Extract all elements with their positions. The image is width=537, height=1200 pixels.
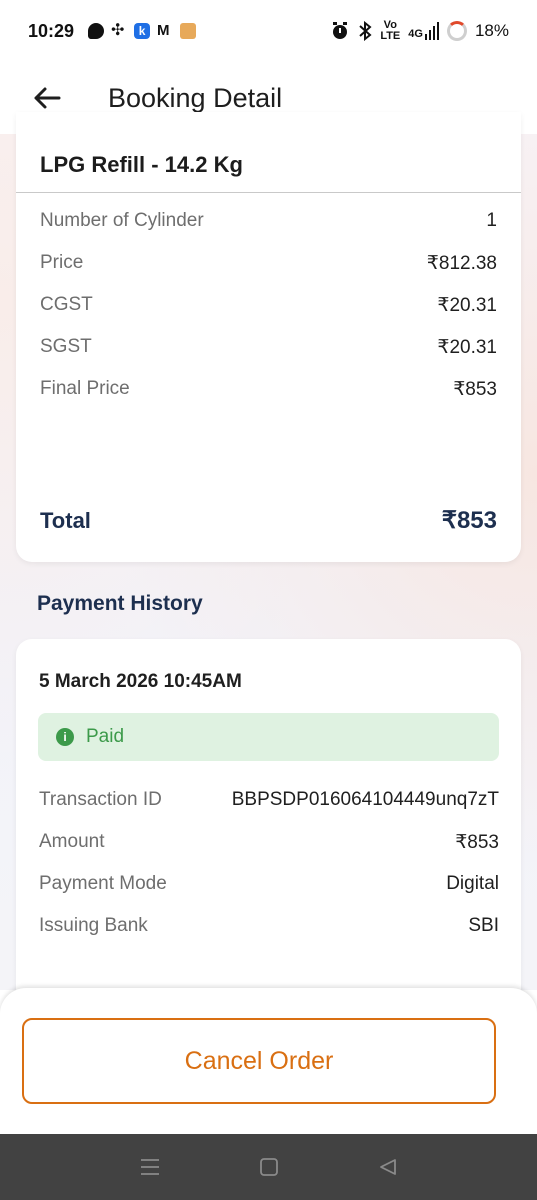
row-label: Final Price — [40, 378, 130, 399]
info-icon: i — [56, 728, 74, 746]
volte-icon: Vo LTE — [380, 19, 401, 42]
row-value: ₹20.31 — [437, 337, 497, 358]
payment-card: 5 March 2026 10:45AM i Paid Transaction … — [16, 639, 521, 1019]
menu-icon — [140, 1159, 159, 1175]
page-title: Booking Detail — [108, 82, 283, 113]
booking-summary-card: LPG Refill - 14.2 Kg Number of Cylinder … — [16, 112, 521, 562]
total-value: ₹853 — [441, 507, 497, 534]
row-label: SGST — [40, 336, 92, 357]
price-row: SGST ₹20.31 — [40, 336, 497, 359]
price-row: Number of Cylinder 1 — [40, 210, 497, 232]
back-arrow-icon — [34, 87, 61, 109]
payment-row: Payment Mode Digital — [39, 873, 499, 895]
gmail-icon: M — [157, 22, 170, 39]
status-text: Paid — [86, 726, 125, 747]
status-time: 10:29 — [28, 20, 75, 41]
price-row: Final Price ₹853 — [40, 378, 497, 401]
divider — [16, 192, 521, 193]
payment-row: Transaction ID BBPSDP016064104449unq7zT — [39, 789, 499, 811]
row-label: CGST — [40, 294, 93, 315]
battery-icon — [446, 21, 467, 41]
payment-row: Issuing Bank SBI — [39, 915, 499, 937]
row-value: ₹20.31 — [437, 295, 497, 316]
row-label: Transaction ID — [39, 789, 162, 810]
status-badge: i Paid — [38, 713, 499, 761]
system-nav-bar — [0, 1134, 537, 1200]
cancel-order-button[interactable]: Cancel Order — [22, 1018, 496, 1104]
k-app-icon: k — [134, 23, 151, 39]
home-button[interactable] — [249, 1147, 289, 1187]
bottom-action-sheet: Cancel Order — [0, 988, 537, 1138]
battery-percent: 18% — [474, 21, 509, 40]
row-label: Issuing Bank — [39, 915, 148, 936]
payment-history-heading: Payment History — [37, 592, 203, 615]
chat-icon — [88, 23, 105, 39]
row-value: ₹853 — [453, 379, 497, 400]
row-label: Payment Mode — [39, 873, 167, 894]
system-icons: Vo LTE 4G 18% — [330, 20, 509, 42]
row-value: SBI — [468, 915, 499, 936]
row-value: BBPSDP016064104449unq7zT — [231, 789, 499, 810]
row-label: Price — [40, 252, 84, 273]
row-label: Amount — [39, 831, 105, 852]
alarm-icon — [333, 22, 348, 39]
row-value: 1 — [486, 210, 497, 231]
product-title: LPG Refill - 14.2 Kg — [40, 152, 243, 177]
payment-date: 5 March 2026 10:45AM — [39, 671, 242, 692]
bluetooth-icon — [359, 21, 372, 41]
notification-icons: ✣ k M — [88, 22, 197, 39]
recents-button[interactable] — [130, 1147, 170, 1187]
payment-row: Amount ₹853 — [39, 831, 499, 854]
row-value: Digital — [446, 873, 499, 894]
price-row: Price ₹812.38 — [40, 252, 497, 275]
price-row: CGST ₹20.31 — [40, 294, 497, 317]
fan-icon: ✣ — [111, 22, 125, 39]
status-bar: 10:29 ✣ k M Vo LTE 4G 18% — [0, 0, 537, 62]
total-label: Total — [40, 507, 91, 533]
back-nav-button[interactable] — [368, 1147, 408, 1187]
row-label: Number of Cylinder — [40, 210, 204, 231]
row-value: ₹853 — [455, 832, 499, 853]
row-value: ₹812.38 — [426, 253, 497, 274]
total-row: Total ₹853 — [40, 506, 497, 535]
signal-icon: 4G — [408, 22, 439, 40]
back-triangle-icon — [379, 1159, 396, 1175]
box-icon — [180, 23, 197, 39]
home-square-icon — [259, 1158, 278, 1176]
